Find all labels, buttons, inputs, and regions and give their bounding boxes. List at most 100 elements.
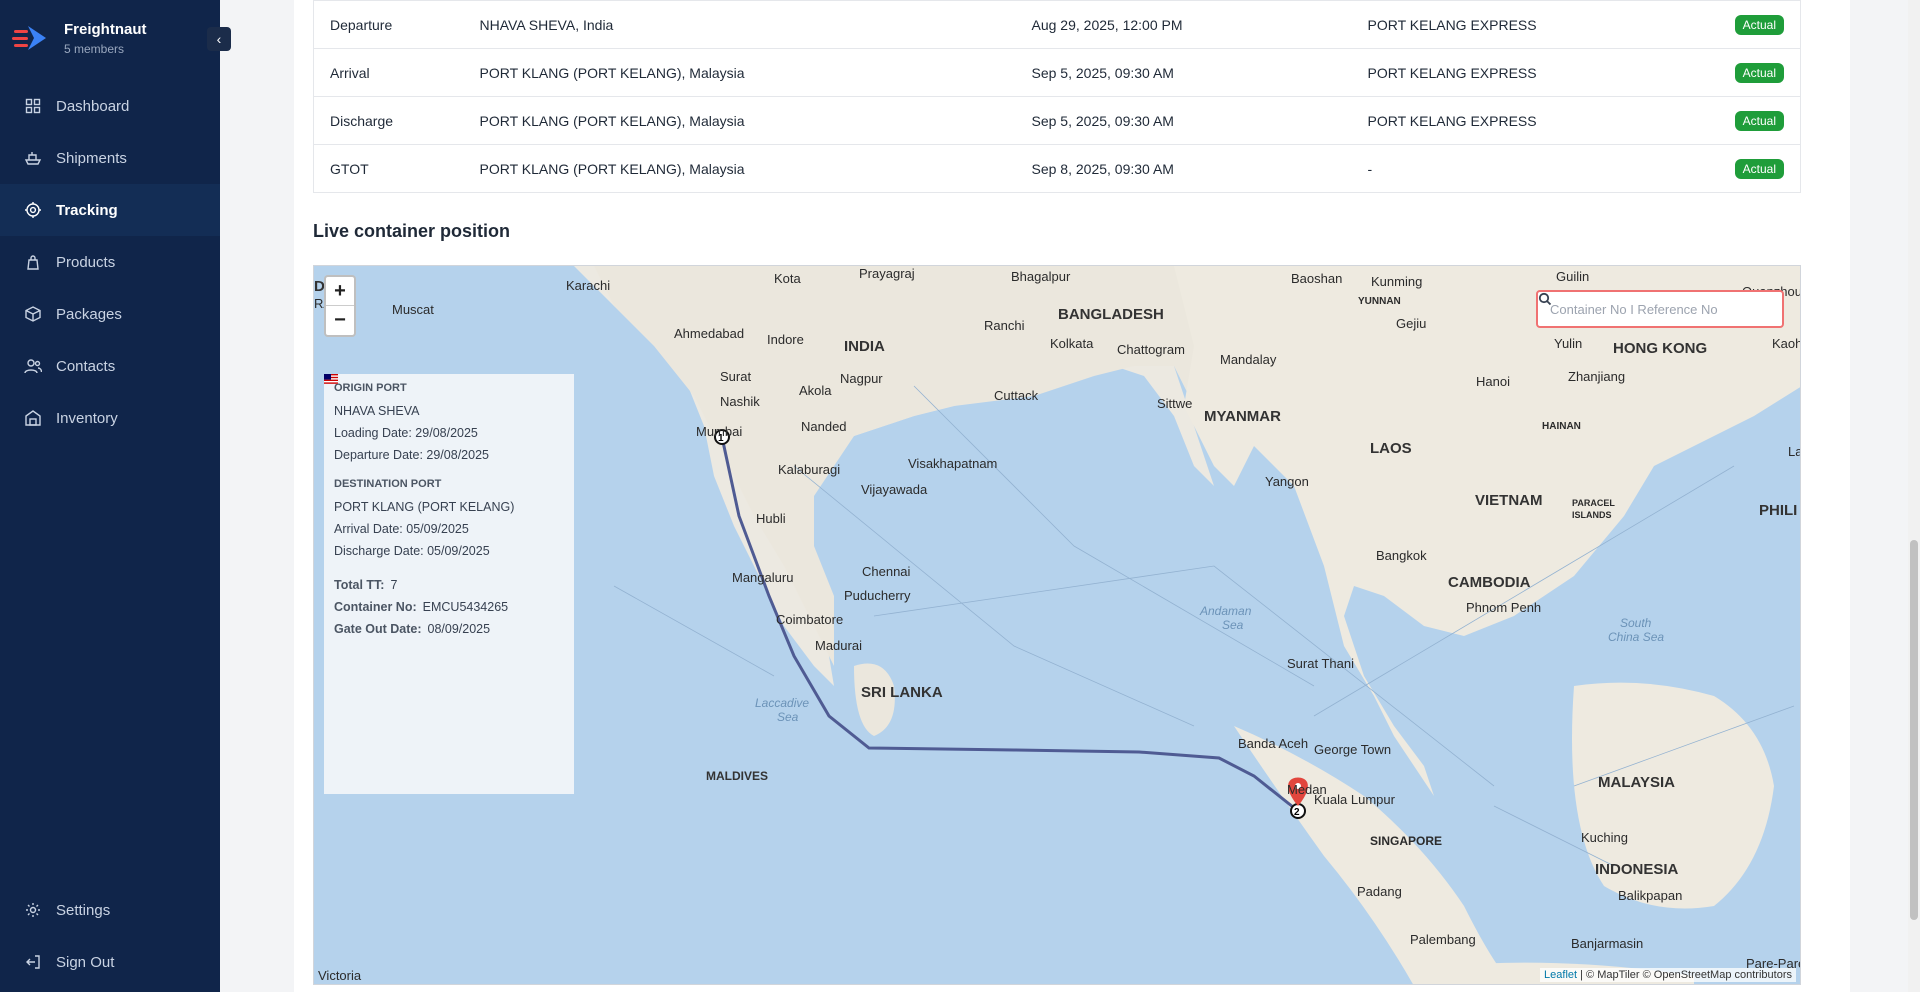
container-no-row: Container No: EMCU5434265: [334, 596, 564, 618]
map-label: Madurai: [815, 638, 862, 653]
departure-date: Departure Date: 29/08/2025: [334, 448, 489, 462]
sidebar-item-shipments[interactable]: Shipments: [0, 132, 220, 184]
shipment-info-panel: ORIGIN PORT NHAVA SHEVA Loading Date: 29…: [324, 374, 574, 794]
page-scrollbar[interactable]: [1908, 0, 1920, 992]
zoom-in-button[interactable]: +: [326, 277, 354, 306]
map-label: Sea: [777, 710, 799, 724]
map-label: BANGLADESH: [1058, 306, 1164, 323]
map-label: Hanoi: [1476, 374, 1510, 389]
map-label: Guilin: [1556, 269, 1590, 284]
map-label: Zhanjiang: [1568, 369, 1626, 384]
event-type: Departure: [313, 0, 464, 49]
event-date: Sep 5, 2025, 09:30 AM: [1015, 96, 1352, 145]
container-search-input[interactable]: [1550, 301, 1770, 317]
map-label: Kolkata: [1050, 336, 1094, 351]
tracking-card: Departure NHAVA SHEVA, India Aug 29, 202…: [294, 0, 1850, 992]
event-location: NHAVA SHEVA, India: [463, 0, 1016, 49]
sidebar-item-dashboard[interactable]: Dashboard: [0, 80, 220, 132]
map-label: VIETNAM: [1475, 492, 1543, 509]
ship-icon: [24, 149, 42, 167]
event-type: Arrival: [313, 48, 464, 97]
map-label: MALDIVES: [706, 769, 769, 783]
gate-out-row: Gate Out Date: 08/09/2025: [334, 618, 564, 640]
arrival-date: Arrival Date: 05/09/2025: [334, 522, 469, 536]
sign-out-icon: [24, 953, 42, 971]
sidebar-item-packages[interactable]: Packages: [0, 288, 220, 340]
gate-out-value: 08/09/2025: [427, 622, 491, 636]
map-label: HAINAN: [1542, 421, 1581, 432]
origin-port-name: NHAVA SHEVA: [334, 404, 420, 418]
sidebar-item-label: Products: [56, 253, 116, 271]
sidebar-item-settings[interactable]: Settings: [0, 884, 220, 936]
event-vessel: PORT KELANG EXPRESS: [1351, 0, 1681, 49]
map-label: Sea: [1222, 618, 1244, 632]
gear-icon: [24, 901, 42, 919]
map-label: Kuching: [1581, 830, 1628, 845]
sidebar-item-products[interactable]: Products: [0, 236, 220, 288]
destination-port-name: PORT KLANG (PORT KELANG): [334, 500, 515, 514]
event-location: PORT KLANG (PORT KELANG), Malaysia: [463, 144, 1016, 193]
map-label: Nanded: [801, 419, 847, 434]
map-label: ISLANDS: [1572, 510, 1612, 520]
main-content: Departure NHAVA SHEVA, India Aug 29, 202…: [220, 0, 1920, 992]
map-label: Puducherry: [844, 588, 911, 603]
map-label: Bhagalpur: [1011, 269, 1071, 284]
map-label: Kunming: [1371, 274, 1423, 289]
map-label: Muscat: [392, 302, 434, 317]
status-cell: Actual: [1680, 0, 1801, 49]
sidebar-item-contacts[interactable]: Contacts: [0, 340, 220, 392]
map-label: CAMBODIA: [1448, 574, 1531, 591]
map-search-box: [1536, 290, 1784, 328]
event-type: Discharge: [313, 96, 464, 145]
sidebar-item-tracking[interactable]: Tracking: [0, 184, 220, 236]
map-label: Indore: [767, 332, 804, 347]
dashboard-icon: [24, 97, 42, 115]
sidebar-item-label: Tracking: [56, 201, 118, 219]
origin-port-header: ORIGIN PORT: [334, 382, 407, 394]
map-label: Victoria: [318, 968, 362, 983]
freightnaut-logo-icon: [12, 26, 46, 50]
live-position-title: Live container position: [313, 221, 511, 241]
map-label: Gejiu: [1396, 316, 1427, 331]
map-label: PHILI: [1759, 502, 1798, 519]
sidebar-nav: Dashboard Shipments Tracking Products Pa…: [0, 80, 220, 444]
leaflet-link[interactable]: Leaflet: [1544, 969, 1577, 981]
map-label: Bangkok: [1376, 548, 1427, 563]
event-vessel: PORT KELANG EXPRESS: [1351, 96, 1681, 145]
status-cell: Actual: [1680, 48, 1801, 97]
brand-members: 5 members: [64, 41, 125, 56]
map-label: Ahmedabad: [674, 326, 745, 341]
sidebar-item-inventory[interactable]: Inventory: [0, 392, 220, 444]
origin-port-row: NHAVA SHEVA: [324, 374, 564, 422]
map-label: Mumbai: [696, 424, 743, 439]
zoom-out-button[interactable]: −: [326, 306, 354, 335]
map-label: Surat Thani: [1287, 656, 1354, 671]
status-badge: Actual: [1734, 62, 1784, 83]
brand[interactable]: Freightnaut 5 members: [12, 18, 147, 58]
map-label: Phnom Penh: [1466, 600, 1542, 615]
table-row: Departure NHAVA SHEVA, India Aug 29, 202…: [313, 0, 1801, 49]
map-label: Coimbatore: [776, 612, 844, 627]
chevron-left-icon: ‹: [216, 31, 222, 47]
map-label: Banda Aceh: [1238, 736, 1309, 751]
sidebar-item-label: Inventory: [56, 409, 118, 427]
tracking-map[interactable]: 1 2 D B RA Muscat Karachi Kota Prayagraj…: [313, 265, 1801, 985]
map-label: SINGAPORE: [1370, 834, 1443, 848]
sidebar-collapse-button[interactable]: ‹: [207, 27, 231, 51]
status-cell: Actual: [1680, 144, 1801, 193]
loading-date: Loading Date: 29/08/2025: [334, 426, 478, 440]
contacts-icon: [24, 357, 42, 375]
map-label: Cuttack: [994, 388, 1039, 403]
map-label: MALAYSIA: [1598, 774, 1675, 791]
map-label: PARACEL: [1572, 498, 1615, 508]
route-marker-2-label: 2: [1294, 807, 1300, 818]
sidebar: Freightnaut 5 members Dashboard Shipment…: [0, 0, 220, 992]
table-row: GTOT PORT KLANG (PORT KELANG), Malaysia …: [313, 144, 1801, 193]
status-cell: Actual: [1680, 96, 1801, 145]
map-label: Sittwe: [1157, 396, 1193, 411]
sidebar-item-sign-out[interactable]: Sign Out: [0, 936, 220, 988]
status-badge: Actual: [1734, 14, 1784, 35]
event-location: PORT KLANG (PORT KELANG), Malaysia: [463, 48, 1016, 97]
scrollbar-thumb[interactable]: [1910, 540, 1918, 920]
map-label: Laccadive: [755, 696, 810, 710]
